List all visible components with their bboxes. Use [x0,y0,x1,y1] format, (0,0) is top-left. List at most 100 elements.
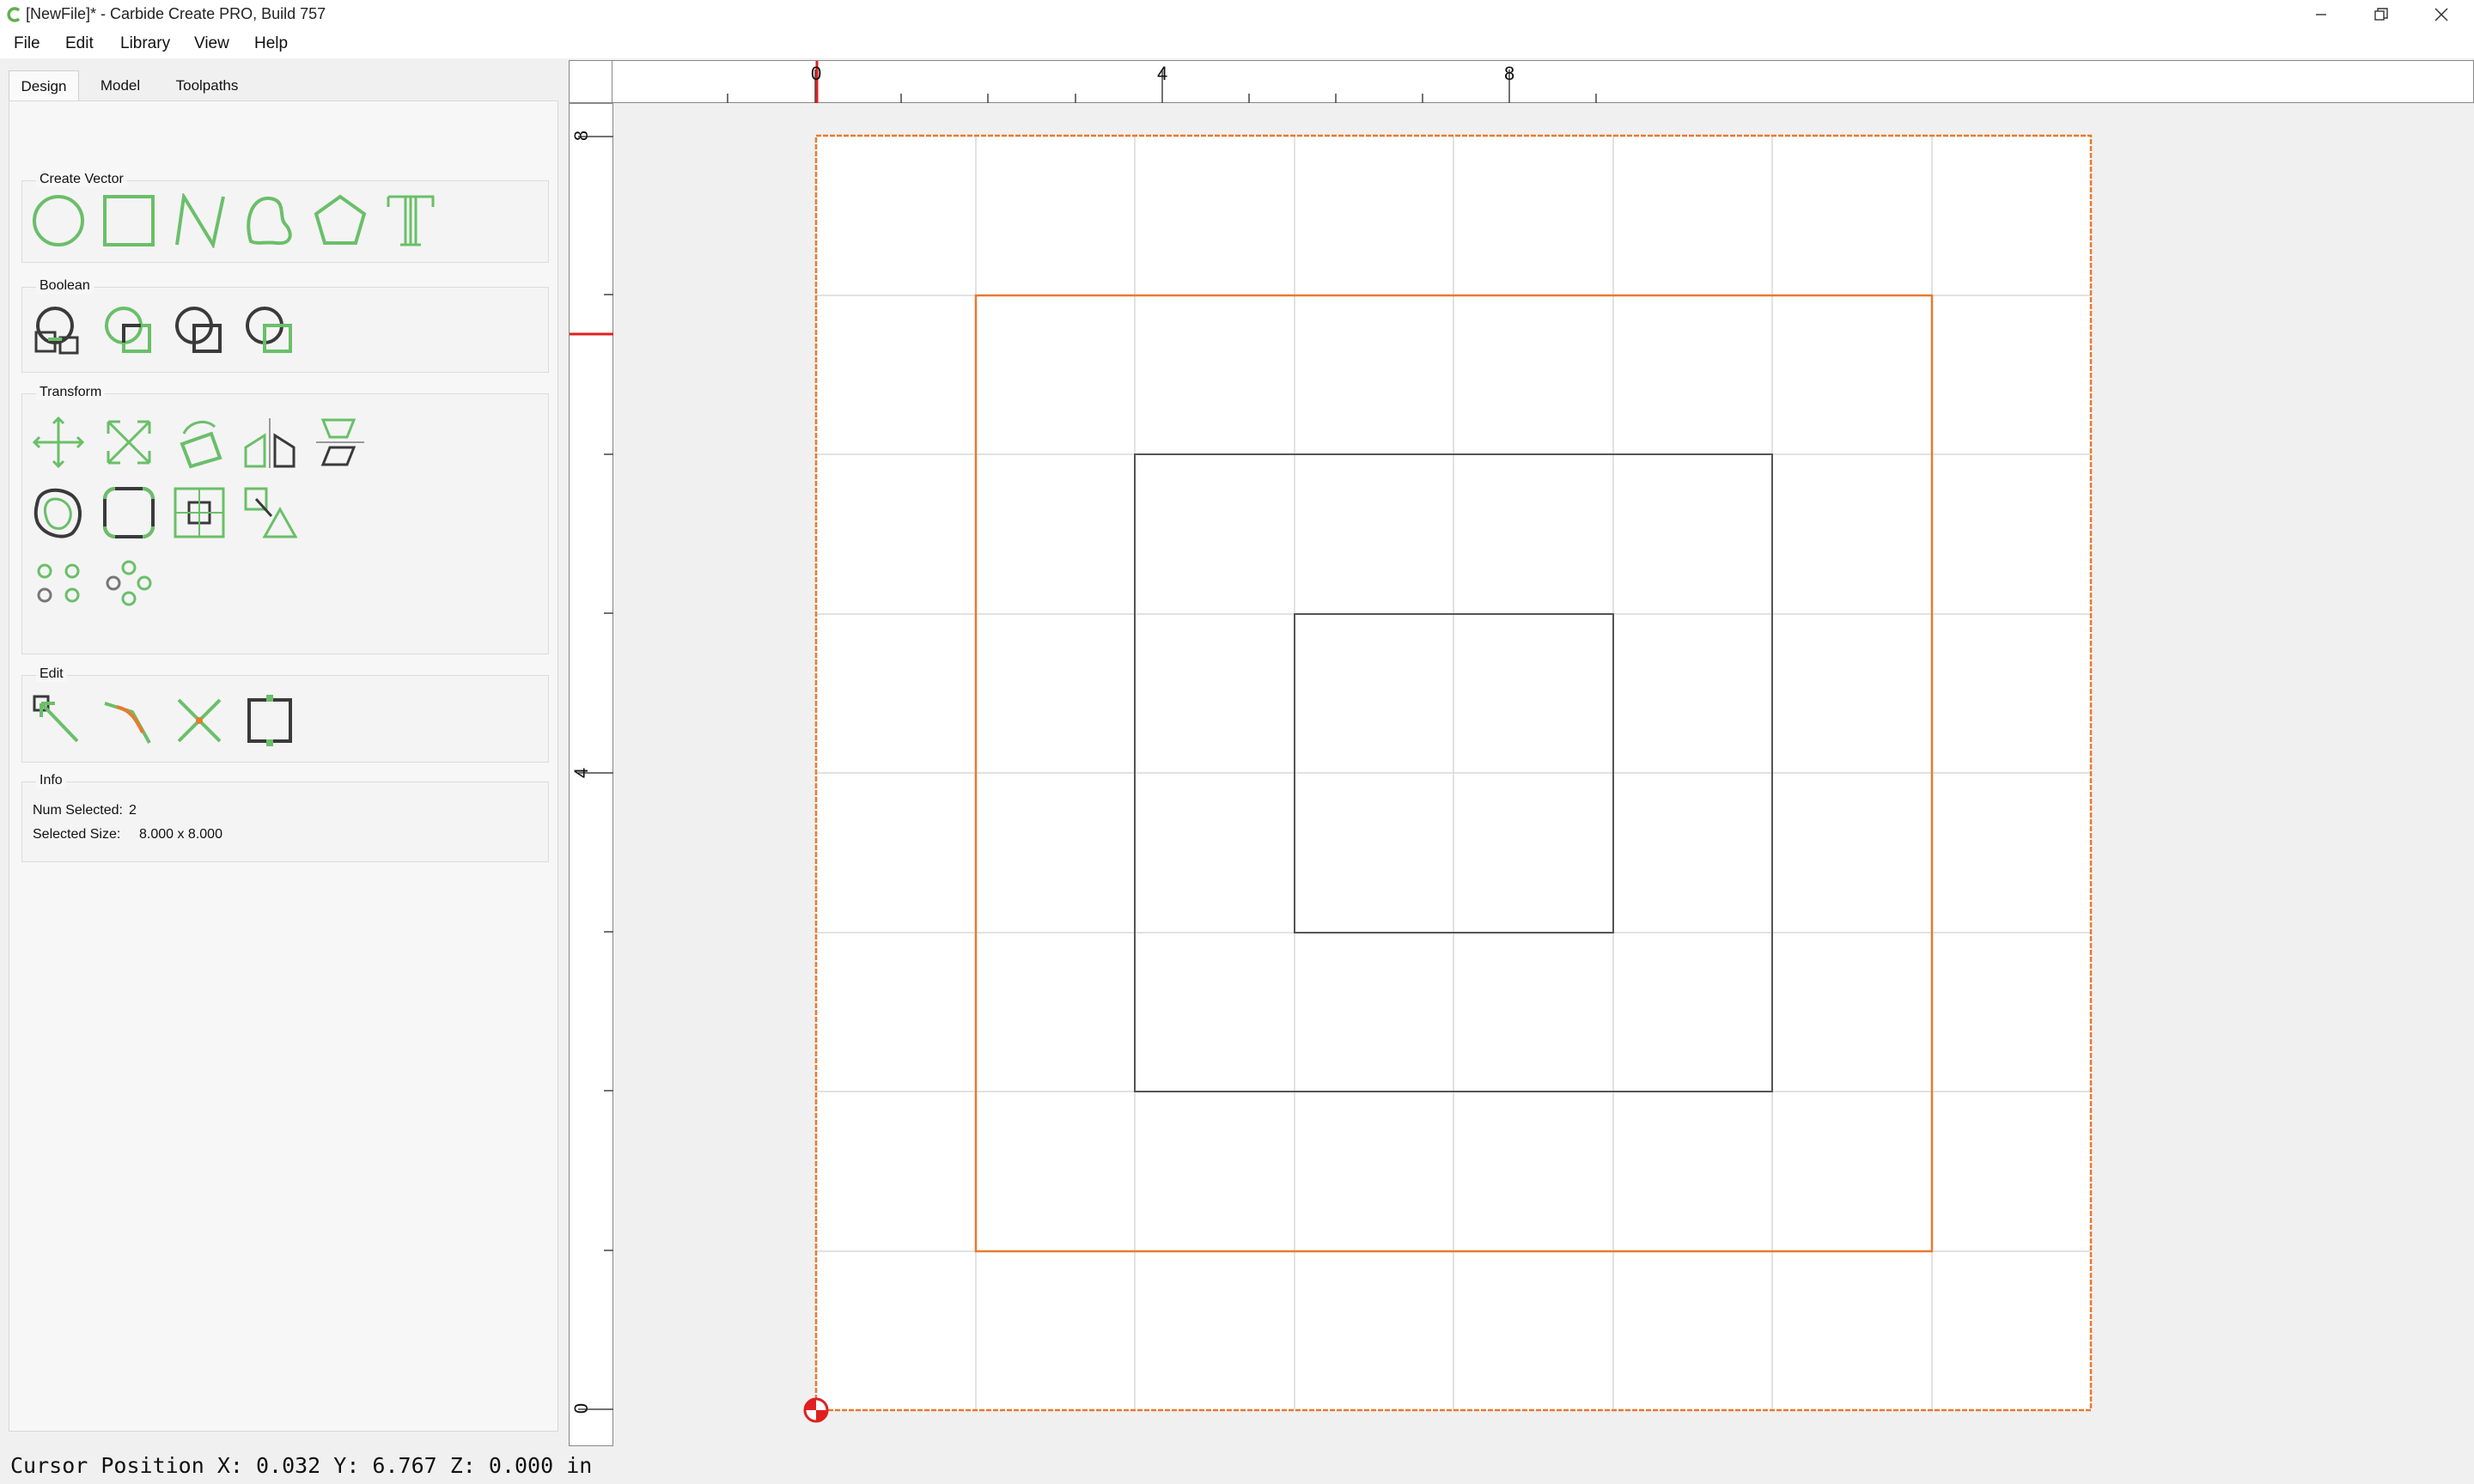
select-nodes-button[interactable] [27,690,89,751]
info-group: Info Num Selected: 2 Selected Size: 8.00… [21,773,549,862]
menu-view[interactable]: View [194,34,229,53]
menu-file[interactable]: File [14,34,40,53]
circular-array-icon [106,560,152,606]
text-icon [387,195,435,246]
menu-library[interactable]: Library [120,34,170,53]
rotate-icon [180,420,222,469]
circular-array-button[interactable] [98,552,160,614]
boolean-intersect-button[interactable] [168,300,230,362]
move-tool-button[interactable] [27,411,89,473]
fillet-tool-button[interactable] [98,482,160,544]
polyline-tool-button[interactable] [168,190,230,252]
smooth-curve-icon [104,702,151,744]
selected-size-label: Selected Size: [33,827,121,842]
top-ruler-label-0: 0 [811,63,822,84]
close-button[interactable] [2412,0,2471,29]
scale-tool-button[interactable] [98,411,160,473]
drawing-workspace[interactable] [613,103,2474,1446]
transform-group: Transform [21,385,549,654]
status-bar: Cursor Position X: 0.032 Y: 6.767 Z: 0.0… [0,1446,2474,1484]
close-icon [2434,8,2448,21]
scale-icon [107,420,151,465]
mirror-icon [244,418,296,468]
node-square-icon [174,487,225,538]
fillet-icon [103,487,155,538]
align-icon [316,418,364,466]
offset-icon [34,488,82,538]
origin-marker [803,1397,829,1423]
boolean-subtract-icon [105,307,151,353]
rectangle-icon [103,195,155,246]
polygon-tool-button[interactable] [309,190,371,252]
left-ruler-label-8: 8 [570,130,593,142]
restore-button[interactable] [2352,0,2410,29]
boolean-cut-button[interactable] [239,300,301,362]
bounding-box-icon [247,695,292,746]
ruler-corner [569,60,613,103]
window-title: [NewFile]* - Carbide Create PRO, Build 7… [26,5,326,22]
num-selected-label: Num Selected: [33,803,123,818]
linear-array-icon [37,563,80,603]
trim-button[interactable] [168,690,230,751]
rotate-tool-button[interactable] [168,411,230,473]
design-panel: Design Model Toolpaths Create Vector Boo… [0,58,567,1439]
move-icon [32,416,85,469]
transform-title: Transform [36,385,106,400]
bounding-box-button[interactable] [239,690,301,751]
left-ruler-label-0: 0 [570,1402,593,1414]
carbide-logo-icon [7,7,21,22]
boolean-title: Boolean [36,278,94,294]
drawing-canvas[interactable] [613,103,2474,1446]
minimize-icon [2316,14,2326,15]
weld-tool-button[interactable] [239,482,301,544]
node-edit-tool-button[interactable] [168,482,230,544]
circle-tool-button[interactable] [27,190,89,252]
curve-tool-button[interactable] [239,190,301,252]
top-ruler-label-4: 4 [1157,63,1168,84]
smooth-nodes-button[interactable] [98,690,160,751]
create-vector-title: Create Vector [36,172,127,187]
restore-icon [2374,8,2388,21]
top-ruler-label-8: 8 [1504,63,1515,84]
linear-array-button[interactable] [27,552,89,614]
design-canvas-area: 0 4 8 8 4 0 [569,58,2474,1446]
menu-help[interactable]: Help [254,34,288,53]
edit-group: Edit [21,666,549,763]
top-ruler-ticks [727,61,1597,104]
boolean-union-button[interactable] [27,300,89,362]
title-bar: [NewFile]* - Carbide Create PRO, Build 7… [0,0,2474,29]
tab-model[interactable]: Model [86,70,155,101]
menu-edit[interactable]: Edit [65,34,94,53]
text-tool-button[interactable] [380,190,442,252]
design-tab-page: Create Vector Boolean Transform Edit Inf… [9,100,558,1432]
pentagon-icon [314,194,367,245]
rectangle-tool-button[interactable] [98,190,160,252]
weld-icon [244,487,297,538]
boolean-union-icon [34,307,79,355]
mirror-tool-button[interactable] [239,411,301,473]
cursor-position-readout: Cursor Position X: 0.032 Y: 6.767 Z: 0.0… [10,1453,593,1478]
top-ruler: 0 4 8 [612,60,2474,104]
select-arrow-icon [33,695,79,743]
polyline-icon [175,193,225,248]
num-selected-value: 2 [129,803,137,818]
minimize-button[interactable] [2292,0,2350,29]
menu-bar: File Edit Library View Help [0,29,2474,58]
curve-icon [247,196,292,246]
boolean-cut-icon [246,307,292,353]
trim-icon [177,698,222,743]
tab-toolpaths[interactable]: Toolpaths [160,70,254,101]
boolean-intersect-icon [175,307,222,353]
create-vector-group: Create Vector [21,172,549,263]
boolean-group: Boolean [21,278,549,373]
left-ruler-label-4: 4 [570,767,593,779]
boolean-subtract-button[interactable] [98,300,160,362]
offset-tool-button[interactable] [27,482,89,544]
left-ruler: 8 4 0 [569,103,614,1446]
tab-design[interactable]: Design [9,70,79,101]
selected-size-value: 8.000 x 8.000 [139,827,222,842]
align-tool-button[interactable] [309,411,371,473]
edit-title: Edit [36,666,67,682]
circle-icon [33,195,84,246]
info-title: Info [36,773,66,788]
